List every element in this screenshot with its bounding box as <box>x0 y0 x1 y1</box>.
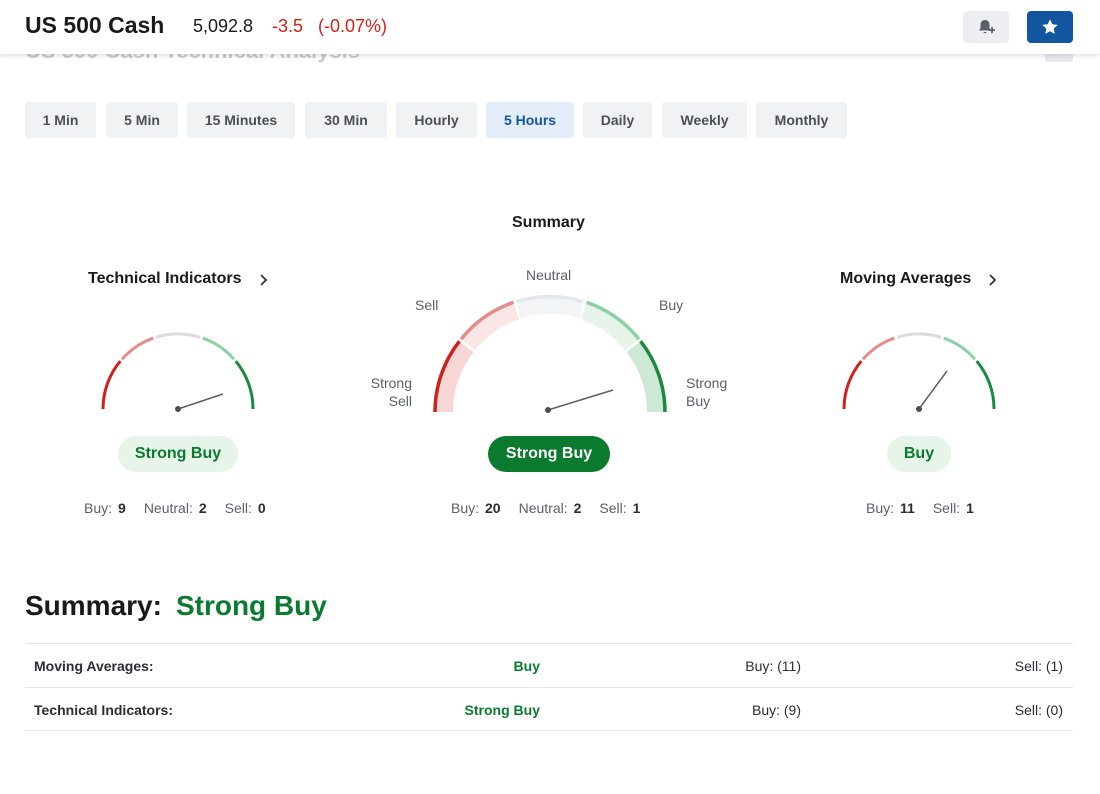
gauge-label-strong-buy-line2: Buy <box>686 393 711 409</box>
bell-plus-icon <box>979 20 995 34</box>
summary-counts: Buy: 20 Neutral: 2 Sell: 1 <box>451 500 640 516</box>
technical-indicators-title[interactable]: Technical Indicators <box>88 270 242 288</box>
moving-averages-signal: Buy <box>887 436 951 472</box>
tab-15-minutes[interactable]: 15 Minutes <box>187 102 295 138</box>
neutral-label: Neutral: <box>143 500 193 516</box>
moving-averages-gauge <box>842 332 996 412</box>
sell-label: Sell: <box>599 500 627 516</box>
sell-count: 0 <box>257 500 266 516</box>
neutral-label: Neutral: <box>518 500 568 516</box>
summary-gauge-title: Summary <box>512 214 585 231</box>
summary-table: Moving Averages: Buy Buy: (11) Sell: (1)… <box>25 643 1073 731</box>
price-change: -3.5 <box>272 16 304 36</box>
buy-label: Buy: <box>84 500 113 516</box>
row-signal: Strong Buy <box>464 702 540 718</box>
sell-label: Sell: <box>932 500 961 516</box>
price-change-percent: (-0.07%) <box>318 16 388 36</box>
tab-30-min[interactable]: 30 Min <box>305 102 387 138</box>
technical-indicators-counts: Buy: 9 Neutral: 2 Sell: 0 <box>84 500 266 516</box>
row-buy-count: Buy: (9) <box>751 702 801 718</box>
tab-daily[interactable]: Daily <box>583 102 652 138</box>
sell-count: 1 <box>966 500 974 516</box>
gauge-label-neutral: Neutral <box>526 267 572 283</box>
instrument-header: US 500 Cash 5,092.8 -3.5 (-0.07%) <box>0 0 1100 54</box>
instrument-name: US 500 Cash <box>25 12 165 38</box>
gauge-label-strong-sell: Strong Sell <box>368 374 412 410</box>
last-price: 5,092.8 <box>193 16 254 36</box>
table-row: Technical Indicators: Strong Buy Buy: (9… <box>25 687 1073 731</box>
summary-gauge <box>433 294 667 413</box>
chevron-right-icon[interactable] <box>987 273 999 287</box>
gauge-label-strong-sell-line1: Strong <box>370 375 412 391</box>
star-icon <box>1042 19 1058 34</box>
tab-5-hours[interactable]: 5 Hours <box>486 102 574 138</box>
summary-heading-label: Summary: <box>25 590 162 621</box>
buy-count: 20 <box>485 500 501 516</box>
row-buy-count: Buy: (11) <box>745 658 801 674</box>
tab-weekly[interactable]: Weekly <box>662 102 747 138</box>
buy-count: 11 <box>900 500 915 516</box>
buy-count: 9 <box>118 500 126 516</box>
technical-indicators-signal: Strong Buy <box>118 436 238 472</box>
row-signal: Buy <box>513 658 540 674</box>
summary-heading-value: Strong Buy <box>175 590 327 621</box>
sell-label: Sell: <box>224 500 252 516</box>
tab-hourly[interactable]: Hourly <box>396 102 477 138</box>
chevron-right-icon[interactable] <box>258 273 270 287</box>
technical-indicators-gauge <box>101 332 255 412</box>
sell-count: 1 <box>632 500 641 516</box>
table-row: Moving Averages: Buy Buy: (11) Sell: (1) <box>25 643 1073 687</box>
tab-5-min[interactable]: 5 Min <box>106 102 178 138</box>
tab-monthly[interactable]: Monthly <box>756 102 847 138</box>
add-alert-button[interactable] <box>963 11 1009 43</box>
gauge-label-strong-sell-line2: Sell <box>388 393 412 409</box>
gauge-label-strong-buy: Strong Buy <box>686 374 727 410</box>
neutral-count: 2 <box>198 500 207 516</box>
row-name: Technical Indicators: <box>34 702 173 718</box>
row-sell-count: Sell: (0) <box>1014 702 1063 718</box>
neutral-count: 2 <box>573 500 582 516</box>
summary-signal: Strong Buy <box>488 436 610 472</box>
gauge-label-strong-buy-line1: Strong <box>686 375 728 391</box>
row-sell-count: Sell: (1) <box>1014 658 1063 674</box>
summary-heading: Summary: Strong Buy <box>25 590 327 622</box>
add-to-watchlist-button[interactable] <box>1027 11 1073 43</box>
moving-averages-counts: Buy: 11 Sell: 1 <box>866 500 974 516</box>
row-name: Moving Averages: <box>34 658 154 674</box>
buy-label: Buy: <box>451 500 480 516</box>
moving-averages-title[interactable]: Moving Averages <box>840 270 971 288</box>
buy-label: Buy: <box>866 500 895 516</box>
tab-1-min[interactable]: 1 Min <box>25 102 96 138</box>
